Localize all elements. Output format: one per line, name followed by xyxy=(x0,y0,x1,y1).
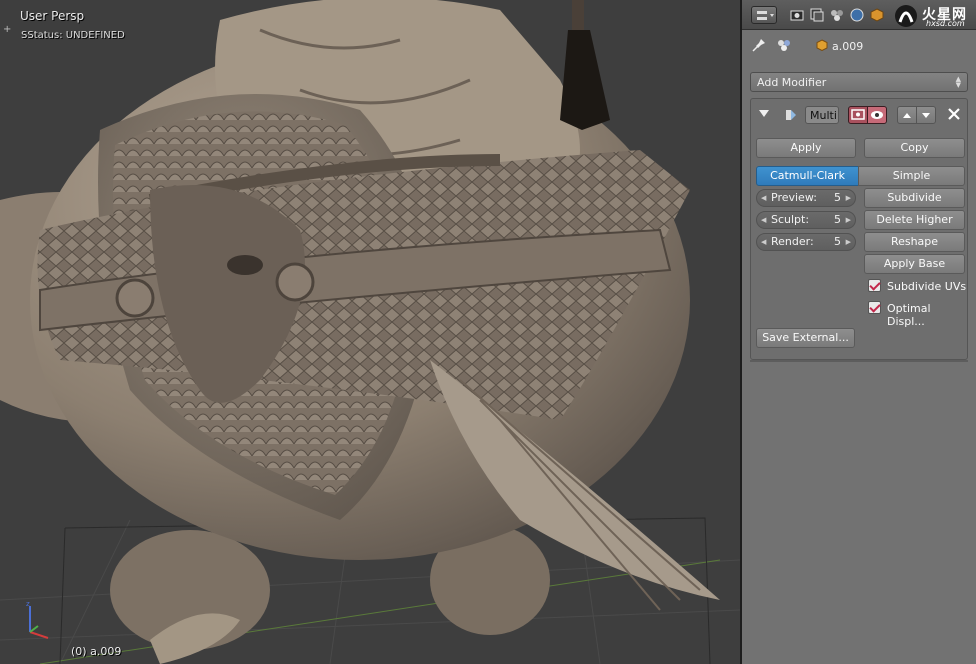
modifier-header: Multi xyxy=(751,99,967,131)
properties-header: 火星网 hxsd.com xyxy=(742,0,976,30)
render-toggle-icon[interactable] xyxy=(848,106,868,124)
render-levels-field[interactable]: ◀ Render: 5 ▶ xyxy=(756,233,856,251)
add-modifier-label: Add Modifier xyxy=(757,76,827,89)
properties-panel: 火星网 hxsd.com a.009 Add Modifier ▲ ▼ Multi xyxy=(742,0,976,664)
decrement-arrow-icon[interactable]: ◀ xyxy=(761,212,766,228)
apply-base-button[interactable]: Apply Base xyxy=(864,254,965,274)
object-cube-icon xyxy=(816,39,828,51)
world-icon[interactable] xyxy=(849,7,865,23)
increment-arrow-icon[interactable]: ▶ xyxy=(846,212,851,228)
preview-levels-field[interactable]: ◀ Preview: 5 ▶ xyxy=(756,189,856,207)
panel-divider xyxy=(750,360,968,362)
viewport-corner-plus[interactable]: + xyxy=(3,24,11,35)
reshape-button[interactable]: Reshape xyxy=(864,232,965,252)
render-layers-icon[interactable] xyxy=(809,7,825,23)
subdivide-button[interactable]: Subdivide xyxy=(864,188,965,208)
move-up-icon[interactable] xyxy=(897,106,917,124)
subdivide-uvs-label: Subdivide UVs xyxy=(887,280,967,293)
optimal-display-label: Optimal Displ... xyxy=(887,302,931,328)
sculpt-render-canvas xyxy=(0,0,740,664)
svg-text:z: z xyxy=(26,600,30,608)
pin-icon[interactable] xyxy=(752,38,766,52)
optimal-display-checkbox[interactable] xyxy=(868,301,881,314)
axis-gizmo-icon: z xyxy=(26,600,49,639)
editor-type-icon[interactable] xyxy=(751,6,777,24)
decrement-arrow-icon[interactable]: ◀ xyxy=(761,190,766,206)
multires-modifier-panel: Multi Apply Copy Catmull-Clark Simple ◀ … xyxy=(750,98,968,360)
save-external-button[interactable]: Save External... xyxy=(756,328,855,348)
increment-arrow-icon[interactable]: ▶ xyxy=(846,234,851,250)
decrement-arrow-icon[interactable]: ◀ xyxy=(761,234,766,250)
viewport-visibility-eye-icon[interactable] xyxy=(867,106,887,124)
subdivide-uvs-checkbox[interactable] xyxy=(868,279,881,292)
active-object-label: (0) a.009 xyxy=(71,645,122,658)
add-modifier-dropdown[interactable]: Add Modifier ▲ ▼ xyxy=(750,72,968,92)
object-icon[interactable] xyxy=(869,7,885,23)
move-down-icon[interactable] xyxy=(916,106,936,124)
delete-higher-button[interactable]: Delete Higher xyxy=(864,210,965,230)
modifier-name-field[interactable]: Multi xyxy=(805,106,839,124)
scene-icon[interactable] xyxy=(829,7,845,23)
context-path: a.009 xyxy=(742,30,976,62)
collapse-triangle-icon[interactable] xyxy=(759,110,769,117)
remove-modifier-close-icon[interactable] xyxy=(947,107,961,121)
multires-modifier-icon xyxy=(786,110,796,120)
3d-viewport[interactable]: User Persp + SStatus: UNDEFINED z (0) a.… xyxy=(0,0,740,664)
viewport-title: User Persp xyxy=(20,9,85,23)
dropdown-arrows-icon: ▲ ▼ xyxy=(955,75,961,89)
catmull-clark-option[interactable]: Catmull-Clark xyxy=(756,166,859,186)
modifier-wrench-icon xyxy=(778,40,790,51)
render-icon[interactable] xyxy=(789,7,805,23)
copy-button[interactable]: Copy xyxy=(864,138,965,158)
simple-option[interactable]: Simple xyxy=(858,166,965,186)
increment-arrow-icon[interactable]: ▶ xyxy=(846,190,851,206)
sculpt-levels-field[interactable]: ◀ Sculpt: 5 ▶ xyxy=(756,211,856,229)
watermark-logo: 火星网 hxsd.com xyxy=(892,2,974,30)
apply-button[interactable]: Apply xyxy=(756,138,856,158)
viewport-status: SStatus: UNDEFINED xyxy=(21,30,125,41)
object-name: a.009 xyxy=(832,40,864,53)
